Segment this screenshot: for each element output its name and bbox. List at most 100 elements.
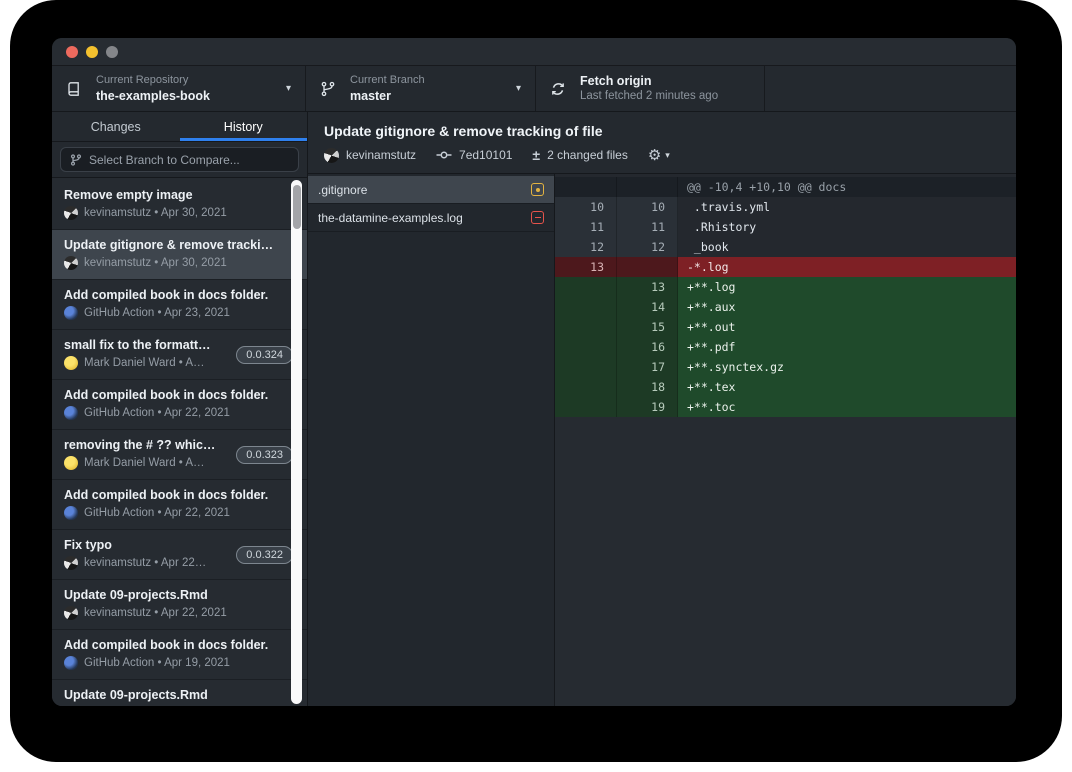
old-line-number: 10 bbox=[555, 197, 617, 217]
git-branch-icon bbox=[70, 154, 82, 166]
commit-row[interactable]: Add compiled book in docs folder. GitHub… bbox=[52, 280, 307, 330]
tab-history[interactable]: History bbox=[180, 112, 308, 142]
diff-line-added[interactable]: 18 +**.tex bbox=[555, 377, 1016, 397]
close-button[interactable] bbox=[66, 46, 78, 58]
new-line-number: 17 bbox=[617, 357, 678, 377]
old-line-number bbox=[555, 177, 617, 197]
scrollbar-thumb[interactable] bbox=[293, 185, 301, 229]
diff-line-added[interactable]: 19 +**.toc bbox=[555, 397, 1016, 417]
tab-changes[interactable]: Changes bbox=[52, 112, 180, 142]
old-line-number bbox=[555, 317, 617, 337]
old-line-number bbox=[555, 397, 617, 417]
diff-line-removed[interactable]: 13 -*.log bbox=[555, 257, 1016, 277]
avatar bbox=[64, 606, 78, 620]
branch-compare-input[interactable]: Select Branch to Compare... bbox=[60, 147, 299, 172]
changed-files-count: 2 changed files bbox=[547, 148, 628, 162]
file-name: .gitignore bbox=[318, 183, 523, 197]
diff-line[interactable]: 12 12 _book bbox=[555, 237, 1016, 257]
commit-title: Remove empty image bbox=[64, 188, 293, 202]
avatar bbox=[64, 256, 78, 270]
repo-book-icon bbox=[66, 81, 84, 97]
commit-title: Add compiled book in docs folder. bbox=[64, 638, 293, 652]
toolbar-spacer bbox=[765, 66, 1016, 111]
diff-empty-area bbox=[555, 417, 1016, 706]
version-badge: 0.0.323 bbox=[236, 446, 293, 464]
commit-icon bbox=[436, 147, 452, 163]
old-line-number bbox=[555, 337, 617, 357]
avatar bbox=[64, 506, 78, 520]
diff-line-text: +**.log bbox=[678, 277, 1016, 297]
old-line-number: 11 bbox=[555, 217, 617, 237]
minimize-button[interactable] bbox=[86, 46, 98, 58]
version-badge: 0.0.322 bbox=[236, 546, 293, 564]
deleted-icon bbox=[531, 211, 544, 224]
commit-row[interactable]: small fix to the formatt… Mark Daniel Wa… bbox=[52, 330, 307, 380]
diff-line-text: +**.out bbox=[678, 317, 1016, 337]
commit-sha[interactable]: 7ed10101 bbox=[459, 148, 512, 162]
diff-line-added[interactable]: 15 +**.out bbox=[555, 317, 1016, 337]
diff-view: @@ -10,4 +10,10 @@ docs 10 10 .travis.ym… bbox=[555, 174, 1016, 706]
commit-row[interactable]: Remove empty image kevinamstutz • Apr 30… bbox=[52, 180, 307, 230]
branch-name: master bbox=[350, 88, 425, 104]
commit-meta: kevinamstutz • Apr 30, 2021 bbox=[84, 207, 227, 219]
current-repository-dropdown[interactable]: Current Repository the-examples-book ▾ bbox=[52, 66, 306, 111]
new-line-number: 12 bbox=[617, 237, 678, 257]
compare-placeholder: Select Branch to Compare... bbox=[89, 153, 240, 167]
new-line-number: 15 bbox=[617, 317, 678, 337]
diff-line-added[interactable]: 13 +**.log bbox=[555, 277, 1016, 297]
commit-meta: Mark Daniel Ward • A… bbox=[84, 357, 205, 369]
commit-detail-header: Update gitignore & remove tracking of fi… bbox=[308, 112, 1016, 174]
sidebar: Changes History Select Branch to Compare… bbox=[52, 112, 308, 706]
old-line-number bbox=[555, 297, 617, 317]
zoom-button[interactable] bbox=[106, 46, 118, 58]
old-line-number: 13 bbox=[555, 257, 617, 277]
diff-line-text: +**.toc bbox=[678, 397, 1016, 417]
commit-row[interactable]: Fix typo kevinamstutz • Apr 22… 0.0.322 bbox=[52, 530, 307, 580]
avatar bbox=[64, 406, 78, 420]
file-row[interactable]: the-datamine-examples.log bbox=[308, 204, 554, 232]
commit-title: Update 09-projects.Rmd bbox=[64, 588, 293, 602]
fetch-origin-button[interactable]: Fetch origin Last fetched 2 minutes ago bbox=[536, 66, 765, 111]
diff-options-button[interactable]: ⚙ ▾ bbox=[648, 146, 670, 164]
version-badge: 0.0.324 bbox=[236, 346, 293, 364]
commit-meta: GitHub Action • Apr 22, 2021 bbox=[84, 507, 230, 519]
old-line-number bbox=[555, 357, 617, 377]
scrollbar-track[interactable] bbox=[291, 180, 302, 704]
diff-line-text: _book bbox=[678, 237, 1016, 257]
current-branch-dropdown[interactable]: Current Branch master ▾ bbox=[306, 66, 536, 111]
diff-line[interactable]: 10 10 .travis.yml bbox=[555, 197, 1016, 217]
avatar bbox=[64, 356, 78, 370]
fetch-label: Fetch origin bbox=[580, 73, 718, 89]
diff-line-text: -*.log bbox=[678, 257, 1016, 277]
new-line-number bbox=[617, 257, 678, 277]
diff-line-text: +**.aux bbox=[678, 297, 1016, 317]
diff-line[interactable]: 11 11 .Rhistory bbox=[555, 217, 1016, 237]
branch-label: Current Branch bbox=[350, 73, 425, 87]
hunk-header-text: @@ -10,4 +10,10 @@ docs bbox=[678, 177, 1016, 197]
commit-row[interactable]: Add compiled book in docs folder. GitHub… bbox=[52, 480, 307, 530]
commit-row[interactable]: Update 09-projects.Rmd kevinamstutz • Ap… bbox=[52, 580, 307, 630]
diff-line-text: .Rhistory bbox=[678, 217, 1016, 237]
diff-line-text: +**.synctex.gz bbox=[678, 357, 1016, 377]
chevron-down-icon: ▾ bbox=[286, 83, 291, 94]
diff-line-added[interactable]: 17 +**.synctex.gz bbox=[555, 357, 1016, 377]
new-line-number: 18 bbox=[617, 377, 678, 397]
commit-row[interactable]: Add compiled book in docs folder. GitHub… bbox=[52, 380, 307, 430]
changed-file-list: .gitignore the-datamine-examples.log bbox=[308, 174, 555, 706]
commit-row-selected[interactable]: Update gitignore & remove tracki… kevina… bbox=[52, 230, 307, 280]
diff-line-text: +**.tex bbox=[678, 377, 1016, 397]
commit-row[interactable]: removing the # ?? whic… Mark Daniel Ward… bbox=[52, 430, 307, 480]
commit-row[interactable]: Update 09-projects.Rmd bbox=[52, 680, 307, 706]
gear-icon: ⚙ bbox=[648, 146, 661, 164]
old-line-number bbox=[555, 277, 617, 297]
diff-line-added[interactable]: 14 +**.aux bbox=[555, 297, 1016, 317]
diff-line-added[interactable]: 16 +**.pdf bbox=[555, 337, 1016, 357]
commit-title: Update gitignore & remove tracki… bbox=[64, 238, 293, 252]
chevron-down-icon: ▾ bbox=[665, 150, 670, 161]
diff-line-text: +**.pdf bbox=[678, 337, 1016, 357]
diff-line-text: .travis.yml bbox=[678, 197, 1016, 217]
commit-meta: Mark Daniel Ward • A… bbox=[84, 457, 205, 469]
commit-row[interactable]: Add compiled book in docs folder. GitHub… bbox=[52, 630, 307, 680]
commit-meta: GitHub Action • Apr 22, 2021 bbox=[84, 407, 230, 419]
file-row-selected[interactable]: .gitignore bbox=[308, 176, 554, 204]
